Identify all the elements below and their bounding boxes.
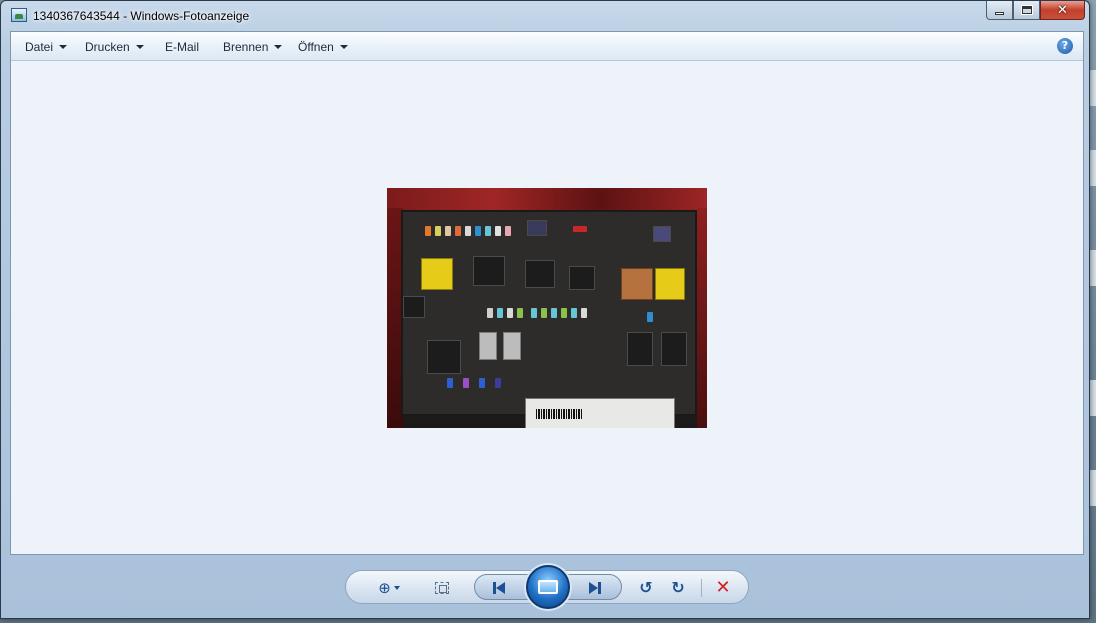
photo-relay [503,332,521,360]
previous-button[interactable] [487,578,511,598]
dropdown-arrow-icon [135,45,144,49]
photo-region [697,208,707,428]
close-icon: ✕ [1057,2,1068,18]
photo-relay [421,258,453,290]
photo-relay [661,332,687,366]
rotate-left-button[interactable]: ↺ [636,578,656,598]
menu-label: E-Mail [165,40,200,54]
photo-relay [627,332,653,366]
separator [701,579,702,597]
photo-relay [653,226,671,242]
delete-button[interactable]: ✕ [712,578,734,598]
help-icon[interactable]: ? [1057,38,1073,54]
menu-label: Drucken [85,40,130,54]
image-viewport[interactable] [11,61,1083,554]
close-button[interactable]: ✕ [1040,1,1085,20]
previous-icon [493,582,505,594]
rotate-ccw-icon: ↺ [639,578,653,597]
maximize-icon [1020,5,1033,15]
photo-fuse [487,308,493,318]
rotate-cw-icon: ↻ [671,578,685,597]
menu-oeffnen[interactable]: Öffnen [298,40,348,54]
menu-bar: Datei Drucken E-Mail Brennen Öffnen ? [11,32,1083,61]
menu-email[interactable]: E-Mail [165,40,199,54]
window-title: 1340367643544 - Windows-Fotoanzeige [33,9,250,23]
maximize-button[interactable] [1013,1,1040,20]
fit-window-button[interactable] [432,578,452,598]
photo-fuse [531,308,537,318]
photo-relay [473,256,505,286]
zoom-icon: ⊕ [378,579,391,597]
photo-fuse [497,308,503,318]
photo-region [387,188,707,212]
photo-relay [527,220,547,236]
photo-fuse [447,378,453,388]
photo-viewer-window: 1340367643544 - Windows-Fotoanzeige ✕ Da… [0,0,1090,619]
photo-fuse [479,378,485,388]
photo-relay [655,268,685,300]
next-button[interactable] [583,578,607,598]
photo-fuse [505,226,511,236]
dropdown-arrow-icon [274,45,283,49]
photo-viewer-icon [11,8,27,22]
photo-fuse [465,226,471,236]
photo-fuse [435,226,441,236]
menu-datei[interactable]: Datei [25,40,68,54]
fit-window-icon [435,582,449,594]
photo-fuse [475,226,481,236]
photo-barcode [536,409,582,419]
photo-relay [479,332,497,360]
photo-fuse [561,308,567,318]
photo-fuse [495,378,501,388]
menu-label: Brennen [223,40,269,54]
photo-fuse [517,308,523,318]
photo-relay [621,268,653,300]
photo-fuse [541,308,547,318]
photo-fuse [455,226,461,236]
caption-buttons: ✕ [986,1,1085,21]
dropdown-arrow-icon [59,45,68,49]
photo-fuse [573,226,587,232]
photo-fuse [551,308,557,318]
fuse-box-photo [387,188,707,428]
client-area: Datei Drucken E-Mail Brennen Öffnen ? [10,31,1084,555]
menu-drucken[interactable]: Drucken [85,40,144,54]
menu-label: Öffnen [298,40,334,54]
rotate-right-button[interactable]: ↻ [668,578,688,598]
menu-brennen[interactable]: Brennen [223,40,283,54]
photo-fuse [485,226,491,236]
photo-region [401,210,697,428]
photo-fuse [571,308,577,318]
dropdown-arrow-icon [339,45,348,49]
photo-relay [569,266,595,290]
delete-icon: ✕ [715,577,731,598]
photo-fuse [495,226,501,236]
slideshow-icon [538,580,558,594]
zoom-button[interactable]: ⊕ [372,578,406,598]
title-bar[interactable]: 1340367643544 - Windows-Fotoanzeige ✕ [1,1,1089,31]
photo-relay [427,340,461,374]
menu-label: Datei [25,40,54,54]
photo-fuse [581,308,587,318]
photo-fuse [463,378,469,388]
photo-fuse [445,226,451,236]
photo-fuse [425,226,431,236]
control-bar: ⊕ ↺ ↻ ✕ [345,565,749,609]
photo-relay [403,296,425,318]
minimize-icon [995,11,1004,15]
photo-fuse [647,312,653,322]
slideshow-button[interactable] [526,565,570,609]
photo-label-sticker [525,398,675,428]
dropdown-arrow-icon [393,586,400,590]
photo-fuse [507,308,513,318]
photo-relay [525,260,555,288]
next-icon [589,582,601,594]
minimize-button[interactable] [986,1,1013,20]
